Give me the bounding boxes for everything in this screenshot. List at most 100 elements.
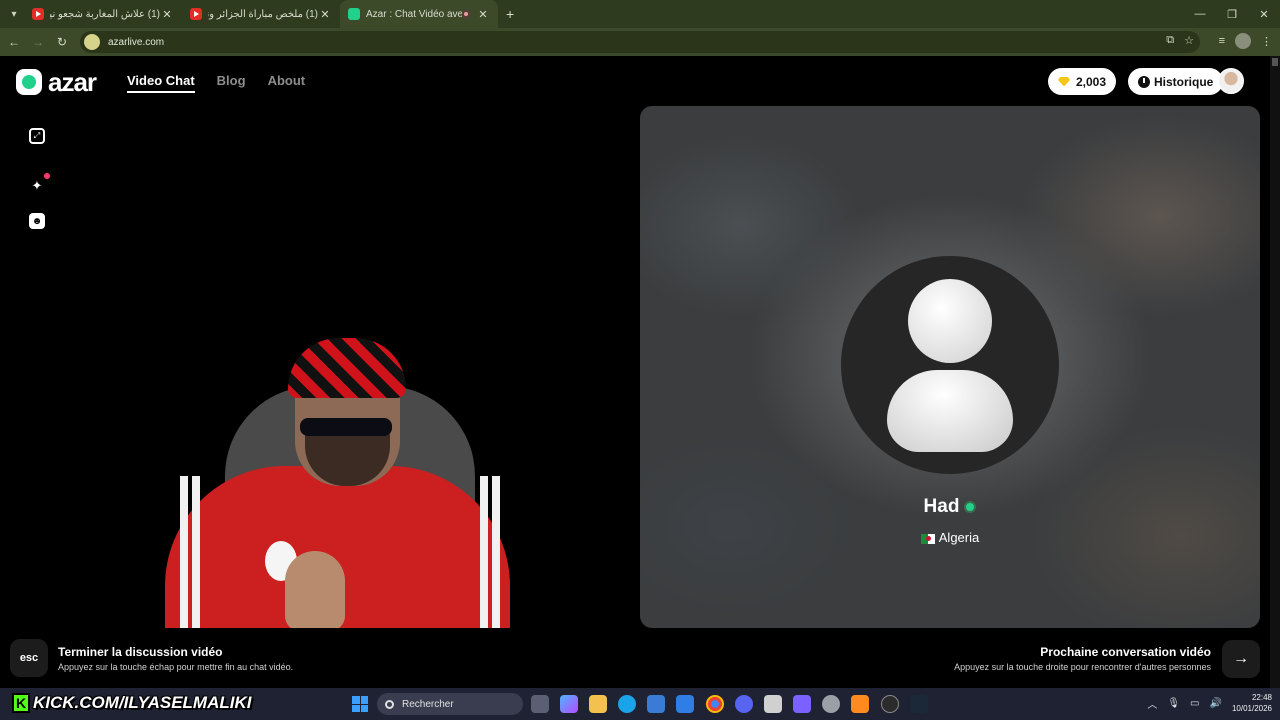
next-chat-title: Prochaine conversation vidéo (1040, 645, 1211, 659)
jacket-stripe (192, 476, 200, 628)
close-window-icon[interactable]: ✕ (1248, 0, 1280, 28)
kick-channel-text: KICK.COM/ILYASELMALIKI (33, 693, 252, 712)
minimize-icon[interactable]: — (1184, 0, 1216, 28)
site-header: azar Video Chat Blog About 2,003 Histori… (0, 56, 1270, 106)
tab-search-icon[interactable]: ▾ (4, 4, 24, 24)
obs-icon[interactable] (881, 695, 899, 713)
expand-icon[interactable]: ⤢ (29, 128, 45, 144)
windows-start-icon[interactable] (352, 696, 368, 712)
nav-video-chat[interactable]: Video Chat (127, 73, 195, 93)
kick-stream-overlay: K KICK.COM/ILYASELMALIKI (12, 690, 251, 716)
app-launcher-icon[interactable] (851, 695, 869, 713)
plaid-cap (288, 338, 406, 398)
streamer-hands (285, 551, 345, 628)
microphone-icon[interactable]: 🎙 (1167, 698, 1180, 709)
steam-icon[interactable] (910, 695, 928, 713)
page-scrollbar[interactable] (1270, 56, 1280, 688)
history-label: Historique (1154, 74, 1214, 89)
logo-text: azar (48, 67, 97, 97)
youtube-icon (190, 8, 202, 20)
peer-name-row: Had (640, 496, 1260, 518)
face-filter-icon[interactable]: ☻ (29, 213, 45, 229)
reload-icon[interactable]: ↻ (50, 35, 74, 49)
my-video-panel: ⤢ ✦ ☻ (10, 106, 630, 628)
back-icon[interactable]: ← (2, 35, 26, 49)
jacket-stripe (180, 476, 188, 628)
chevron-up-icon[interactable]: ︿ (1147, 696, 1157, 711)
youtube-icon (32, 8, 44, 20)
nav-about[interactable]: About (268, 73, 306, 93)
browser-tab-2[interactable]: (1) ملخص مباراة الجزائر ونيجيريا ✕ (182, 0, 340, 28)
peer-name: Had (923, 496, 960, 517)
discord-icon[interactable] (735, 695, 753, 713)
end-chat-subtitle: Appuyez sur la touche échap pour mettre … (58, 662, 294, 672)
user-avatar[interactable] (1218, 68, 1244, 94)
next-chat-subtitle: Appuyez sur la touche droite pour rencon… (954, 662, 1211, 672)
browser-tab-1[interactable]: (1) علاش المغاربة شجعو نيجيريا ✕ (24, 0, 182, 28)
install-app-icon[interactable]: ⧉ (1166, 34, 1174, 47)
end-chat-button[interactable]: esc (10, 639, 48, 677)
clock-icon (1138, 75, 1150, 88)
avatar-body-shape (887, 370, 1013, 452)
task-view-icon[interactable] (531, 695, 549, 713)
capture-icon[interactable] (764, 695, 782, 713)
algeria-flag-icon (920, 533, 935, 544)
system-tray: ︿ 🎙 ▭ 🔊 22:48 10/01/2026 (1147, 692, 1272, 714)
volume-icon[interactable]: 🔊 (1210, 698, 1222, 709)
peer-avatar (841, 256, 1059, 474)
store-icon[interactable] (647, 695, 665, 713)
azar-logo[interactable]: azar (16, 67, 97, 97)
jacket-stripe (492, 476, 500, 628)
browser-toolbar: ← → ↻ azarlive.com ⧉ ☆ ≡ ⋮ (0, 28, 1280, 56)
search-placeholder: Rechercher (402, 698, 454, 710)
settings-gear-icon[interactable] (822, 695, 840, 713)
forward-icon[interactable]: → (26, 35, 50, 49)
system-clock[interactable]: 22:48 10/01/2026 (1232, 692, 1272, 714)
avatar-head-shape (908, 279, 992, 363)
new-tab-icon[interactable]: + (506, 6, 514, 22)
url-text: azarlive.com (108, 36, 165, 48)
copilot-icon[interactable] (560, 695, 578, 713)
peer-country: Algeria (938, 530, 980, 545)
tab-title: Azar : Chat Vidéo avec de n (366, 8, 462, 20)
gems-button[interactable]: 2,003 (1048, 68, 1117, 95)
tab-title: (1) علاش المغاربة شجعو نيجيريا (50, 8, 160, 20)
taskbar-search[interactable]: Rechercher (377, 693, 523, 715)
window-controls: — ❐ ✕ (1184, 0, 1280, 28)
clock-date: 10/01/2026 (1231, 704, 1272, 713)
sunglasses (300, 418, 392, 436)
peer-video-panel: Had Algeria (640, 106, 1260, 628)
jacket-stripe (480, 476, 488, 628)
close-tab-icon[interactable]: ✕ (476, 8, 490, 21)
history-button[interactable]: Historique (1128, 68, 1224, 95)
bookmark-star-icon[interactable]: ☆ (1184, 34, 1194, 47)
close-tab-icon[interactable]: ✕ (160, 8, 174, 21)
azar-icon (348, 8, 360, 20)
file-explorer-icon[interactable] (589, 695, 607, 713)
search-icon (385, 699, 394, 709)
game-controller-icon[interactable] (793, 695, 811, 713)
reading-list-icon[interactable]: ≡ (1219, 35, 1225, 47)
sparkle-effects-icon[interactable]: ✦ (29, 178, 45, 194)
clock-time: 22:48 (1251, 693, 1272, 702)
restore-icon[interactable]: ❐ (1216, 0, 1248, 28)
end-chat-title: Terminer la discussion vidéo (58, 645, 223, 659)
notification-dot (44, 173, 50, 179)
peer-country-row: Algeria (640, 530, 1260, 545)
mail-icon[interactable] (676, 695, 694, 713)
edge-icon[interactable] (618, 695, 636, 713)
site-info-icon[interactable] (84, 34, 100, 50)
verified-badge-icon (964, 500, 977, 513)
recording-icon (462, 10, 470, 18)
address-bar[interactable]: azarlive.com ⧉ ☆ (80, 31, 1200, 53)
arrow-right-icon: → (1233, 650, 1249, 667)
display-icon[interactable]: ▭ (1190, 698, 1199, 709)
next-chat-button[interactable]: → (1222, 640, 1260, 678)
profile-icon[interactable] (1235, 33, 1251, 49)
browser-tab-3[interactable]: Azar : Chat Vidéo avec de n ✕ (340, 0, 498, 28)
close-tab-icon[interactable]: ✕ (318, 8, 332, 21)
nav-blog[interactable]: Blog (217, 73, 246, 93)
chrome-icon[interactable] (706, 695, 724, 713)
kebab-menu-icon[interactable]: ⋮ (1261, 35, 1272, 48)
main-nav: Video Chat Blog About (127, 73, 305, 93)
